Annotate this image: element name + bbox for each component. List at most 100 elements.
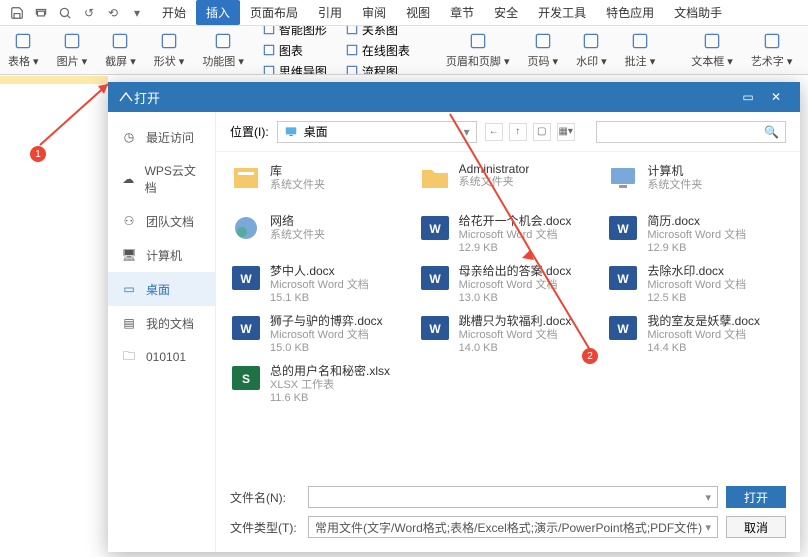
- file-name: 网络: [270, 212, 325, 229]
- file-item[interactable]: 库系统文件夹: [230, 162, 409, 206]
- up-button[interactable]: ↑: [509, 123, 527, 141]
- menu-tab-0[interactable]: 开始: [152, 0, 196, 25]
- menu-tab-8[interactable]: 开发工具: [528, 0, 596, 25]
- file-item[interactable]: W母亲给出的答案.docxMicrosoft Word 文档13.0 KB: [419, 262, 598, 306]
- ribbon-图表[interactable]: 图表: [262, 42, 327, 59]
- file-name: 计算机: [647, 162, 702, 179]
- file-item[interactable]: 计算机系统文件夹: [607, 162, 786, 206]
- chevron-down-icon: ▾: [464, 125, 470, 139]
- file-name: 简历.docx: [647, 212, 746, 229]
- menu-tab-9[interactable]: 特色应用: [596, 0, 664, 25]
- file-size: 14.4 KB: [647, 342, 760, 355]
- menu-tab-6[interactable]: 章节: [440, 0, 484, 25]
- file-item[interactable]: 网络系统文件夹: [230, 212, 409, 256]
- search-input[interactable]: 🔍: [596, 121, 786, 143]
- word-icon: W: [230, 262, 262, 294]
- net-icon: [230, 212, 262, 244]
- ribbon-智能图形[interactable]: 智能图形: [262, 25, 327, 38]
- undo-icon[interactable]: ⟲: [104, 4, 122, 22]
- word-icon: W: [230, 312, 262, 344]
- file-item[interactable]: W 我的室友是妖孽.docxMicrosoft Word 文档14.4 KB: [607, 312, 786, 356]
- rotate-icon[interactable]: ↺: [80, 4, 98, 22]
- file-size: 15.0 KB: [270, 342, 383, 355]
- sidebar-item-label: 我的文档: [146, 315, 194, 332]
- ribbon-文本框[interactable]: 文本框 ▾: [691, 31, 733, 69]
- open-button[interactable]: 打开: [726, 486, 786, 508]
- redo-icon[interactable]: ▾: [128, 4, 146, 22]
- annotation-badge-2: 2: [582, 348, 598, 364]
- view-button[interactable]: ▦▾: [557, 123, 575, 141]
- file-size: 11.6 KB: [270, 392, 390, 405]
- ribbon-截屏[interactable]: 截屏 ▾: [105, 31, 136, 69]
- svg-text:S: S: [242, 372, 250, 386]
- file-type: Microsoft Word 文档: [270, 329, 383, 342]
- file-size: 12.5 KB: [647, 292, 746, 305]
- ribbon-艺术字[interactable]: 艺术字 ▾: [751, 31, 793, 69]
- location-label: 位置(I):: [230, 123, 269, 140]
- file-name: 库: [270, 162, 325, 179]
- filename-input[interactable]: [308, 486, 718, 508]
- cancel-button[interactable]: 取消: [726, 516, 786, 538]
- file-item[interactable]: W跳槽只为软福利.docxMicrosoft Word 文档14.0 KB: [419, 312, 598, 356]
- file-item[interactable]: Administrator系统文件夹: [419, 162, 598, 206]
- ribbon-在线图表[interactable]: 在线图表: [345, 42, 410, 59]
- close-button[interactable]: ✕: [762, 87, 790, 107]
- file-item[interactable]: W去除水印.docxMicrosoft Word 文档12.5 KB: [607, 262, 786, 306]
- minimize-button[interactable]: ▭: [734, 87, 762, 107]
- file-item[interactable]: W给花开一个机会.docxMicrosoft Word 文档12.9 KB: [419, 212, 598, 256]
- ribbon-功能图[interactable]: 功能图 ▾: [202, 31, 244, 69]
- preview-icon[interactable]: [56, 4, 74, 22]
- file-item[interactable]: W狮子与驴的博弈.docxMicrosoft Word 文档15.0 KB: [230, 312, 409, 356]
- menu-tab-10[interactable]: 文档助手: [664, 0, 732, 25]
- ribbon-关系图[interactable]: 关系图: [345, 25, 410, 38]
- filetype-select[interactable]: 常用文件(文字/Word格式;表格/Excel格式;演示/PowerPoint格…: [308, 516, 718, 538]
- menu-tab-5[interactable]: 视图: [396, 0, 440, 25]
- desktop-icon: ▭: [120, 280, 138, 298]
- svg-text:W: W: [429, 222, 441, 236]
- sidebar-item-label: 计算机: [146, 247, 182, 264]
- svg-text:W: W: [240, 272, 252, 286]
- ribbon-页眉和页脚[interactable]: 页眉和页脚 ▾: [446, 31, 510, 69]
- ribbon-图片[interactable]: 图片 ▾: [57, 31, 88, 69]
- ribbon-流程图[interactable]: 流程图: [345, 63, 410, 76]
- svg-text:W: W: [240, 322, 252, 336]
- ribbon-页码[interactable]: 页码 ▾: [528, 31, 559, 69]
- file-type: Microsoft Word 文档: [459, 329, 572, 342]
- file-item[interactable]: S总的用户名和秘密.xlsxXLSX 工作表11.6 KB: [230, 362, 409, 406]
- file-name: 母亲给出的答案.docx: [459, 262, 572, 279]
- word-icon: W: [607, 212, 639, 244]
- location-select[interactable]: 桌面 ▾: [277, 121, 477, 143]
- ribbon-水印[interactable]: 水印 ▾: [576, 31, 607, 69]
- sidebar-item-pc[interactable]: 🖥计算机: [108, 238, 215, 272]
- sidebar-item-team[interactable]: ⚇团队文档: [108, 204, 215, 238]
- menu-tab-2[interactable]: 页面布局: [240, 0, 308, 25]
- ribbon-形状[interactable]: 形状 ▾: [154, 31, 185, 69]
- sidebar-item-cloud[interactable]: ☁WPS云文档: [108, 154, 215, 204]
- sidebar-item-folder[interactable]: 🗀010101: [108, 340, 215, 374]
- ribbon-表格[interactable]: 表格 ▾: [8, 31, 39, 69]
- menu-tab-7[interactable]: 安全: [484, 0, 528, 25]
- desktop-small-icon: [284, 125, 298, 139]
- menu-tab-4[interactable]: 审阅: [352, 0, 396, 25]
- dialog-titlebar: 打开 ▭ ✕: [108, 82, 800, 112]
- file-size: 15.1 KB: [270, 292, 369, 305]
- print-icon[interactable]: [32, 4, 50, 22]
- new-folder-button[interactable]: ▢: [533, 123, 551, 141]
- file-name: 我的室友是妖孽.docx: [647, 312, 760, 329]
- sidebar-item-desktop[interactable]: ▭桌面: [108, 272, 215, 306]
- save-icon[interactable]: [8, 4, 26, 22]
- menu-tab-3[interactable]: 引用: [308, 0, 352, 25]
- file-grid: 库系统文件夹Administrator系统文件夹计算机系统文件夹网络系统文件夹W…: [216, 152, 800, 476]
- file-name: 去除水印.docx: [647, 262, 746, 279]
- back-button[interactable]: ←: [485, 123, 503, 141]
- sidebar-item-clock[interactable]: ◷最近访问: [108, 120, 215, 154]
- menu-tab-1[interactable]: 插入: [196, 0, 240, 25]
- file-item[interactable]: W梦中人.docxMicrosoft Word 文档15.1 KB: [230, 262, 409, 306]
- sidebar-item-doc[interactable]: ▤我的文档: [108, 306, 215, 340]
- ribbon-思维导图[interactable]: 思维导图: [262, 63, 327, 76]
- file-type: Microsoft Word 文档: [647, 329, 760, 342]
- svg-text:W: W: [618, 322, 630, 336]
- ribbon-批注[interactable]: 批注 ▾: [625, 31, 656, 69]
- file-item[interactable]: W简历.docxMicrosoft Word 文档12.9 KB: [607, 212, 786, 256]
- word-icon: W: [419, 312, 451, 344]
